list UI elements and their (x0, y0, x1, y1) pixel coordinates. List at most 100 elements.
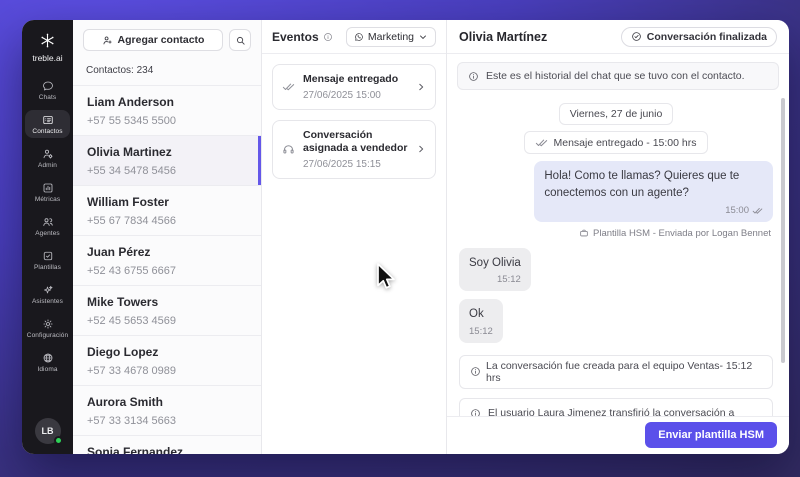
sidebar-item-idioma[interactable]: Idioma (25, 348, 70, 376)
contact-row-selected[interactable]: Olivia Martinez +55 34 5478 5456 (73, 136, 261, 186)
incoming-message-bubble: Soy Olivia 15:12 (459, 247, 531, 292)
contact-row[interactable]: Diego Lopez +57 33 4678 0989 (73, 336, 261, 386)
template-tag-icon (580, 229, 588, 237)
sidebar-item-label: Métricas (34, 196, 61, 203)
sidebar-item-chats[interactable]: Chats (25, 76, 70, 104)
conversation-status-badge[interactable]: Conversación finalizada (620, 26, 777, 47)
sidebar-item-label: Configuración (26, 332, 69, 339)
event-body: Conversación asignada a vendedor 27/06/2… (303, 129, 408, 170)
contacts-header: Agregar contacto (73, 20, 261, 58)
search-icon (236, 36, 245, 45)
contact-row[interactable]: Aurora Smith +57 33 3134 5663 (73, 386, 261, 436)
double-check-icon (536, 139, 548, 147)
contact-phone: +57 33 4678 0989 (87, 365, 177, 377)
info-icon (471, 408, 480, 416)
users-icon (42, 216, 54, 228)
sparkles-icon (42, 284, 54, 296)
contact-list: Liam Anderson +57 55 5345 5500 Olivia Ma… (73, 86, 261, 454)
sidebar-item-label: Agentes (35, 230, 60, 237)
sidebar-item-metricas[interactable]: Métricas (25, 178, 70, 206)
check-circle-icon (631, 32, 641, 41)
sidebar-item-label: Plantillas (33, 264, 61, 271)
chat-footer: Enviar plantilla HSM (447, 416, 789, 454)
message-meta: 15:12 (469, 273, 521, 287)
info-icon (471, 367, 480, 377)
event-body: Mensaje entregado 27/06/2025 15:00 (303, 73, 398, 101)
channel-filter-label: Marketing (367, 30, 414, 43)
contact-row[interactable]: William Foster +55 67 7834 4566 (73, 186, 261, 236)
contact-row[interactable]: Mike Towers +52 45 5653 4569 (73, 286, 261, 336)
event-title: Conversación asignada a vendedor (303, 128, 408, 155)
contact-phone: +55 67 7834 4566 (87, 215, 177, 227)
event-title: Mensaje entregado (303, 73, 399, 85)
info-icon (323, 32, 332, 41)
template-attribution: Plantilla HSM - Enviada por Logan Bennet (579, 228, 771, 239)
chat-header: Olivia Martínez Conversación finalizada (447, 20, 789, 54)
message-time: 15:12 (469, 325, 493, 337)
app-window: treble.ai Chats Contactos Admin Métricas… (22, 20, 789, 454)
bar-chart-icon (42, 182, 54, 194)
person-add-icon (103, 36, 112, 44)
contact-row[interactable]: Sonia Fernandez +52 23 2245 7800 (73, 436, 261, 454)
event-date: 27/06/2025 15:00 (303, 89, 381, 101)
sidebar-item-agentes[interactable]: Agentes (25, 212, 70, 240)
incoming-message-bubble: Ok 15:12 (459, 299, 503, 343)
search-contacts-button[interactable] (229, 29, 251, 51)
channel-filter-dropdown[interactable]: Marketing (345, 26, 436, 47)
contact-name: William Foster (87, 195, 169, 209)
chat-scrollbar[interactable] (781, 98, 785, 363)
events-title: Eventos (272, 30, 333, 44)
double-check-icon (752, 208, 763, 214)
contact-row[interactable]: Liam Anderson +57 55 5345 5500 (73, 86, 261, 136)
contact-phone: +57 55 5345 5500 (87, 115, 177, 127)
delivery-status-chip: Mensaje entregado - 15:00 hrs (524, 131, 708, 154)
contact-name: Liam Anderson (87, 95, 174, 109)
sidebar-item-plantillas[interactable]: Plantillas (25, 246, 70, 274)
sidebar-item-label: Idioma (37, 366, 58, 373)
contact-phone: +57 33 3134 5663 (87, 415, 177, 427)
system-event-chip: La conversación fue creada para el equip… (459, 354, 773, 389)
contact-name: Sonia Fernandez (87, 445, 184, 454)
system-transfer-text: El usuario Laura Jimenez transfirió la c… (488, 406, 735, 416)
message-time: 15:12 (497, 274, 521, 285)
sidebar-item-configuracion[interactable]: Configuración (25, 314, 70, 342)
sidebar-item-admin[interactable]: Admin (25, 144, 70, 172)
chat-panel: Olivia Martínez Conversación finalizada … (447, 20, 789, 454)
contact-row[interactable]: Juan Pérez +52 43 6755 6667 (73, 236, 261, 286)
event-card-conversation-assigned[interactable]: Conversación asignada a vendedor 27/06/2… (272, 119, 436, 179)
contact-name: Juan Pérez (87, 245, 151, 259)
add-contact-button[interactable]: Agregar contacto (83, 29, 223, 51)
add-contact-label: Agregar contacto (117, 34, 205, 46)
sidebar-item-asistentes[interactable]: Asistentes (25, 280, 70, 308)
chat-contact-name: Olivia Martínez (459, 29, 548, 44)
sidebar-nav: Chats Contactos Admin Métricas Agentes P… (25, 76, 70, 376)
gear-icon (42, 318, 54, 330)
template-check-icon (42, 250, 54, 262)
contact-name: Aurora Smith (87, 395, 164, 409)
online-status-dot (53, 436, 63, 445)
sidebar-item-contactos[interactable]: Contactos (25, 110, 70, 138)
chevron-right-icon (416, 82, 426, 92)
event-date: 27/06/2025 15:15 (303, 158, 381, 170)
outgoing-message-bubble: Hola! Como te llamas? Quieres que te con… (534, 161, 773, 222)
info-icon (469, 71, 478, 81)
message-time: 15:00 (725, 204, 749, 216)
event-card-message-delivered[interactable]: Mensaje entregado 27/06/2025 15:00 (272, 64, 436, 110)
user-avatar[interactable]: LB (34, 418, 63, 445)
send-template-button[interactable]: Enviar plantilla HSM (645, 422, 777, 448)
contact-phone: +52 45 5653 4569 (87, 315, 177, 327)
message-text: Ok (469, 308, 484, 321)
app-logo: treble.ai (32, 32, 63, 63)
status-badge-label: Conversación finalizada (646, 30, 767, 43)
treble-asterisk-icon (41, 33, 54, 48)
globe-icon (42, 352, 54, 364)
sidebar-item-label: Admin (38, 162, 57, 169)
chat-history-notice: Este es el historial del chat que se tuv… (457, 62, 779, 90)
system-transfer-banner: El usuario Laura Jimenez transfirió la c… (459, 397, 773, 416)
date-separator-text: Viernes, 27 de junio (569, 108, 663, 120)
message-meta: 15:00 (544, 204, 763, 218)
events-panel: Eventos Marketing Mensaje entregado 27/0… (262, 20, 447, 454)
sidebar-item-label: Asistentes (32, 298, 63, 305)
chat-bubble-icon (42, 80, 54, 92)
avatar-initials: LB (41, 426, 54, 436)
